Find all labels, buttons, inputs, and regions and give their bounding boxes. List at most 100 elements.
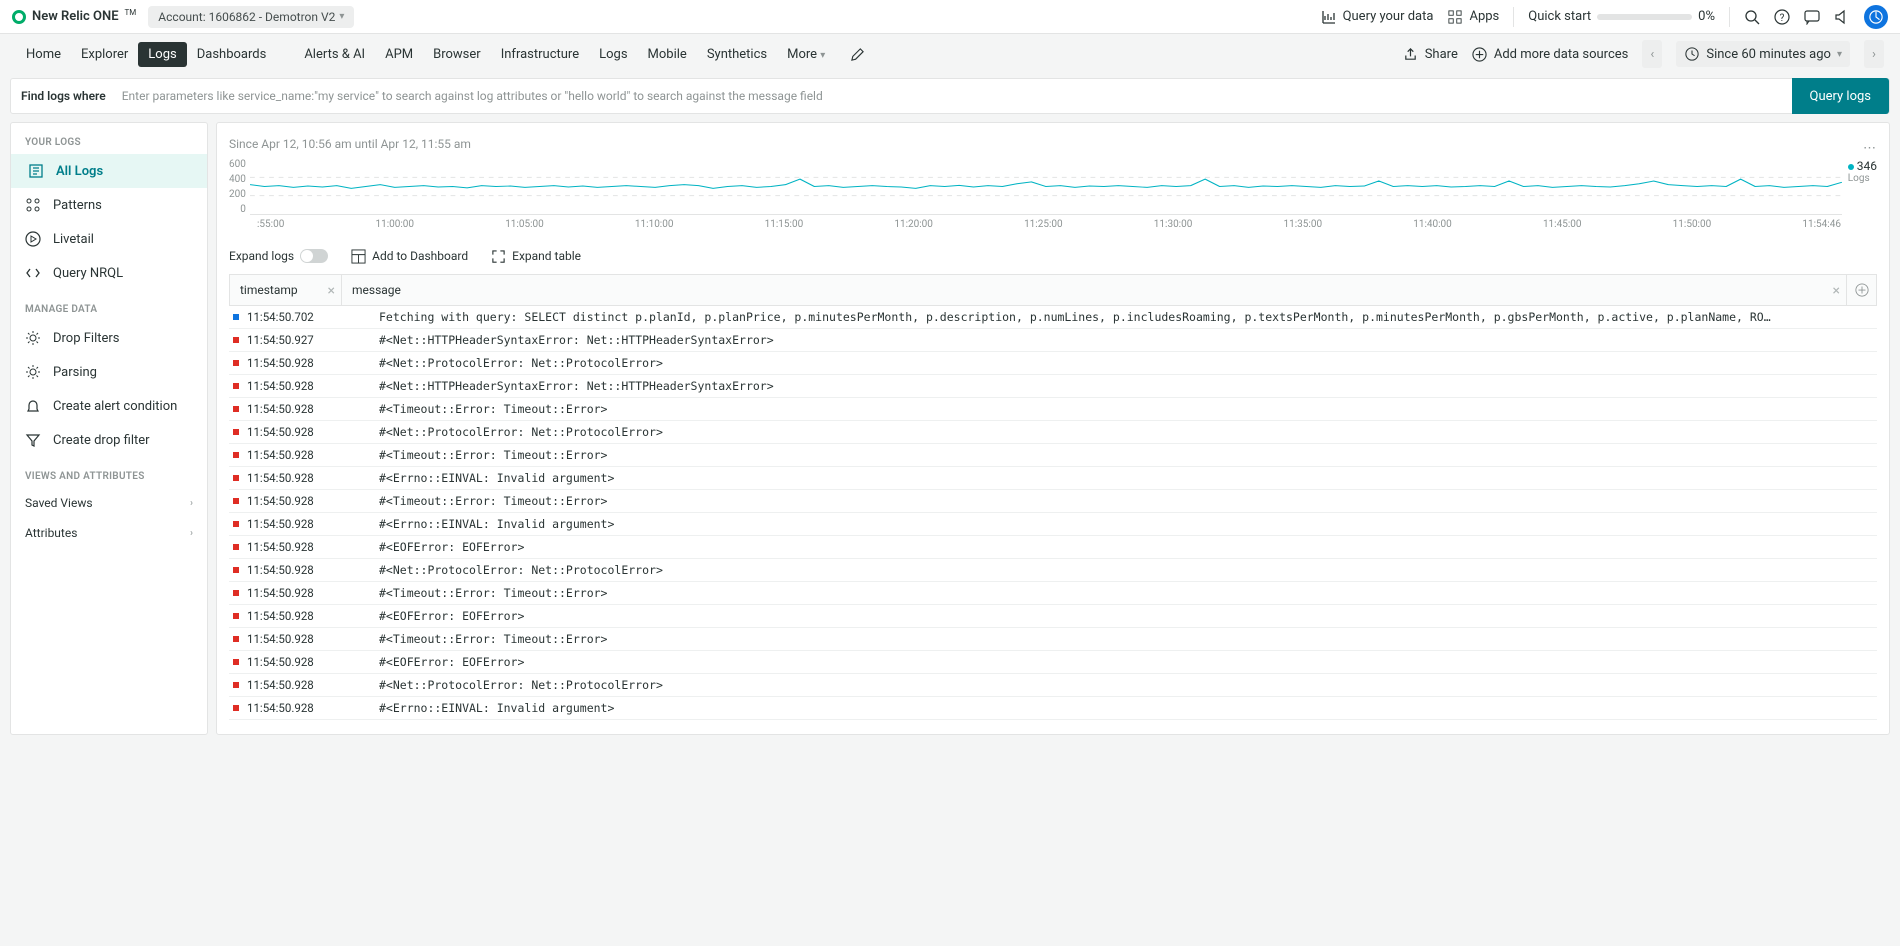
nav-item-home[interactable]: Home [16, 42, 71, 67]
time-next-button[interactable]: › [1864, 40, 1884, 68]
time-picker[interactable]: Since 60 minutes ago ▾ [1676, 41, 1850, 67]
share-button[interactable]: Share [1403, 46, 1458, 62]
table-row[interactable]: 11:54:50.928#<Timeout::Error: Timeout::E… [229, 582, 1877, 605]
gear-icon [25, 364, 41, 380]
sidebar-item-attributes[interactable]: Attributes › [11, 518, 207, 548]
nav-item-explorer[interactable]: Explorer [71, 42, 138, 67]
table-row[interactable]: 11:54:50.928#<Errno::EINVAL: Invalid arg… [229, 697, 1877, 720]
sidebar-item-create-alert[interactable]: Create alert condition [11, 389, 207, 423]
row-timestamp: 11:54:50.928 [247, 540, 347, 554]
sidebar-label: Create alert condition [53, 399, 177, 414]
nav-item-apm[interactable]: APM [375, 42, 423, 67]
severity-marker [233, 567, 239, 573]
quickstart-widget[interactable]: Quick start 0% [1528, 9, 1715, 24]
table-row[interactable]: 11:54:50.928#<Net::ProtocolError: Net::P… [229, 674, 1877, 697]
table-row[interactable]: 11:54:50.928#<EOFError: EOFError> [229, 651, 1877, 674]
table-row[interactable]: 11:54:50.928#<EOFError: EOFError> [229, 605, 1877, 628]
search-icon[interactable] [1744, 9, 1760, 25]
log-toolbar: Expand logs Add to Dashboard Expand tabl… [229, 248, 1877, 264]
close-icon[interactable]: × [328, 283, 335, 299]
table-row[interactable]: 11:54:50.927#<Net::HTTPHeaderSyntaxError… [229, 329, 1877, 352]
sidebar-item-saved-views[interactable]: Saved Views › [11, 488, 207, 518]
severity-marker [233, 659, 239, 665]
log-count-label: Logs [1848, 173, 1870, 184]
logs-chart[interactable]: 6004002000 346 Logs [229, 159, 1877, 215]
expand-table-button[interactable]: Expand table [490, 248, 581, 264]
table-row[interactable]: 11:54:50.928#<Net::ProtocolError: Net::P… [229, 352, 1877, 375]
table-row[interactable]: 11:54:50.702Fetching with query: SELECT … [229, 306, 1877, 329]
grid-icon [1447, 9, 1463, 25]
row-timestamp: 11:54:50.928 [247, 678, 347, 692]
edit-nav-icon[interactable] [849, 46, 865, 62]
severity-marker [233, 406, 239, 412]
column-timestamp[interactable]: timestamp × [230, 275, 342, 305]
chevron-right-icon: › [190, 528, 193, 539]
nav-item-dashboards[interactable]: Dashboards [187, 42, 277, 67]
sidebar-label: Drop Filters [53, 331, 120, 346]
query-logs-button[interactable]: Query logs [1792, 78, 1889, 114]
sidebar-item-patterns[interactable]: Patterns [11, 188, 207, 222]
severity-marker [233, 360, 239, 366]
table-row[interactable]: 11:54:50.928#<Timeout::Error: Timeout::E… [229, 490, 1877, 513]
toggle-icon [300, 249, 328, 263]
nav-item-mobile[interactable]: Mobile [638, 42, 697, 67]
table-row[interactable]: 11:54:50.928#<Net::ProtocolError: Net::P… [229, 559, 1877, 582]
nav-item-logs[interactable]: Logs [138, 42, 186, 67]
sidebar-item-create-drop-filter[interactable]: Create drop filter [11, 423, 207, 457]
quickstart-progress [1597, 14, 1692, 20]
row-timestamp: 11:54:50.928 [247, 448, 347, 462]
clock-icon [1684, 46, 1700, 62]
brand-logo[interactable]: New Relic ONETM [12, 9, 136, 24]
nav-item-logs[interactable]: Logs [589, 42, 637, 67]
query-your-data-link[interactable]: Query your data [1321, 9, 1434, 25]
expand-logs-toggle[interactable]: Expand logs [229, 249, 328, 263]
row-timestamp: 11:54:50.702 [247, 310, 347, 324]
sidebar-item-all-logs[interactable]: All Logs [11, 154, 207, 188]
whatsnew-icon[interactable] [1834, 9, 1850, 25]
close-icon[interactable]: × [1833, 283, 1840, 299]
apps-link[interactable]: Apps [1447, 9, 1499, 25]
feedback-icon[interactable] [1804, 9, 1820, 25]
panel-menu-icon[interactable]: ⋯ [1863, 141, 1877, 156]
nav-item-alerts-ai[interactable]: Alerts & AI [294, 42, 375, 67]
chevron-down-icon: ▾ [339, 11, 344, 22]
nav-item-more[interactable]: More ▾ [777, 42, 835, 67]
brand-suffix: TM [125, 8, 137, 17]
table-row[interactable]: 11:54:50.928#<Net::ProtocolError: Net::P… [229, 421, 1877, 444]
nav-item-synthetics[interactable]: Synthetics [697, 42, 777, 67]
chart-icon [1321, 9, 1337, 25]
table-row[interactable]: 11:54:50.928#<Timeout::Error: Timeout::E… [229, 444, 1877, 467]
row-message: #<Errno::EINVAL: Invalid argument> [347, 517, 1877, 531]
table-row[interactable]: 11:54:50.928#<EOFError: EOFError> [229, 536, 1877, 559]
table-row[interactable]: 11:54:50.928#<Timeout::Error: Timeout::E… [229, 398, 1877, 421]
chart-count: 346 Logs [1842, 159, 1877, 215]
account-selector[interactable]: Account: 1606862 - Demotron V2 ▾ [148, 6, 354, 28]
add-column-button[interactable] [1846, 275, 1876, 305]
row-message: #<EOFError: EOFError> [347, 609, 1877, 623]
sidebar-item-drop-filters[interactable]: Drop Filters [11, 321, 207, 355]
table-row[interactable]: 11:54:50.928#<Net::HTTPHeaderSyntaxError… [229, 375, 1877, 398]
nav-item-browser[interactable]: Browser [423, 42, 491, 67]
column-message[interactable]: message × [342, 275, 1846, 305]
table-row[interactable]: 11:54:50.928#<Errno::EINVAL: Invalid arg… [229, 513, 1877, 536]
topbar: New Relic ONETM Account: 1606862 - Demot… [0, 0, 1900, 34]
sidebar-section-manage-data: MANAGE DATA [11, 290, 207, 321]
sidebar-label: Query NRQL [53, 266, 123, 281]
nav-item-infrastructure[interactable]: Infrastructure [491, 42, 589, 67]
table-row[interactable]: 11:54:50.928#<Errno::EINVAL: Invalid arg… [229, 467, 1877, 490]
sidebar-item-parsing[interactable]: Parsing [11, 355, 207, 389]
time-prev-button[interactable]: ‹ [1642, 40, 1662, 68]
time-range-label: Since Apr 12, 10:56 am until Apr 12, 11:… [229, 137, 471, 151]
logo-icon [12, 10, 26, 24]
row-message: #<Net::ProtocolError: Net::ProtocolError… [347, 678, 1877, 692]
sidebar-item-livetail[interactable]: Livetail [11, 222, 207, 256]
sidebar-item-query-nrql[interactable]: Query NRQL [11, 256, 207, 290]
add-to-dashboard-button[interactable]: Add to Dashboard [350, 248, 468, 264]
query-input[interactable]: Enter parameters like service_name:"my s… [116, 89, 1782, 103]
help-icon[interactable]: ? [1774, 9, 1790, 25]
row-message: #<EOFError: EOFError> [347, 655, 1877, 669]
user-avatar[interactable] [1864, 5, 1888, 29]
table-row[interactable]: 11:54:50.928#<Timeout::Error: Timeout::E… [229, 628, 1877, 651]
add-data-sources-button[interactable]: Add more data sources [1472, 46, 1629, 62]
row-timestamp: 11:54:50.928 [247, 471, 347, 485]
